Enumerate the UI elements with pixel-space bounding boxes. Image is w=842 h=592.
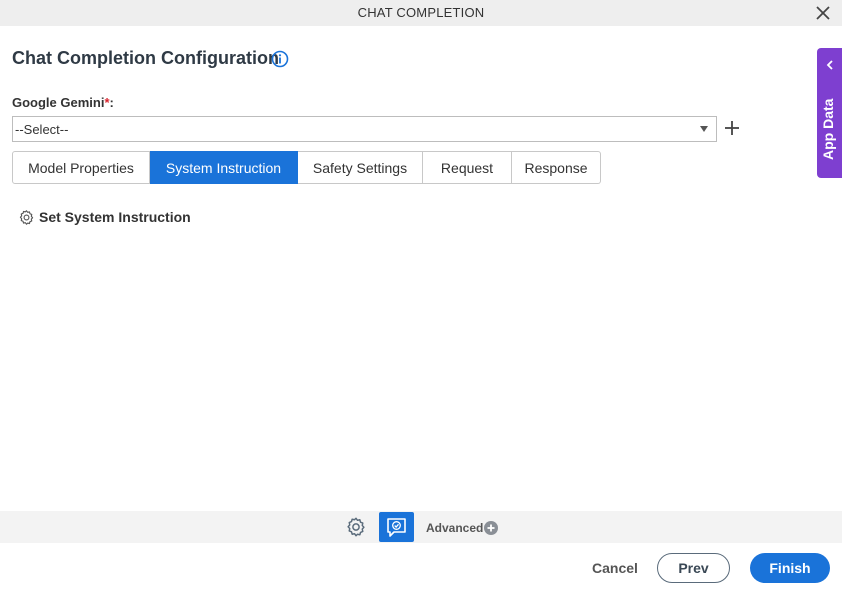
app-data-label: App Data [820, 98, 836, 161]
finish-button[interactable]: Finish [750, 553, 830, 583]
google-gemini-select[interactable]: --Select-- [12, 116, 717, 142]
select-value: --Select-- [15, 122, 69, 137]
field-label-colon: : [109, 95, 114, 110]
plus-icon[interactable] [723, 119, 741, 137]
config-tabs: Model Properties System Instruction Safe… [12, 151, 601, 184]
set-system-instruction-link[interactable]: Set System Instruction [18, 208, 191, 226]
field-label-text: Google Gemini [12, 95, 105, 110]
info-icon[interactable] [271, 50, 289, 68]
dialog-title: CHAT COMPLETION [357, 5, 485, 20]
chat-check-icon [387, 518, 406, 537]
chevron-left-icon [826, 60, 833, 70]
advanced-bar: Advanced [0, 511, 842, 543]
tab-request[interactable]: Request [423, 151, 512, 184]
prev-button[interactable]: Prev [657, 553, 730, 583]
gear-icon[interactable] [345, 516, 367, 538]
caret-down-icon [700, 126, 708, 132]
page-title: Chat Completion Configuration [12, 48, 279, 68]
app-data-panel-toggle[interactable]: App Data [817, 48, 842, 178]
gear-icon [19, 209, 34, 225]
dialog-titlebar: CHAT COMPLETION [0, 0, 842, 26]
tab-model-properties[interactable]: Model Properties [12, 151, 150, 184]
plus-circle-icon[interactable] [484, 521, 498, 535]
chat-check-button[interactable] [379, 512, 414, 542]
close-icon[interactable] [814, 4, 832, 22]
google-gemini-label: Google Gemini*: [12, 95, 114, 110]
tab-system-instruction[interactable]: System Instruction [150, 151, 298, 184]
cancel-button[interactable]: Cancel [585, 553, 645, 583]
set-system-instruction-label: Set System Instruction [39, 209, 191, 225]
tab-response[interactable]: Response [512, 151, 601, 184]
tab-safety-settings[interactable]: Safety Settings [298, 151, 423, 184]
advanced-label: Advanced [426, 521, 484, 535]
